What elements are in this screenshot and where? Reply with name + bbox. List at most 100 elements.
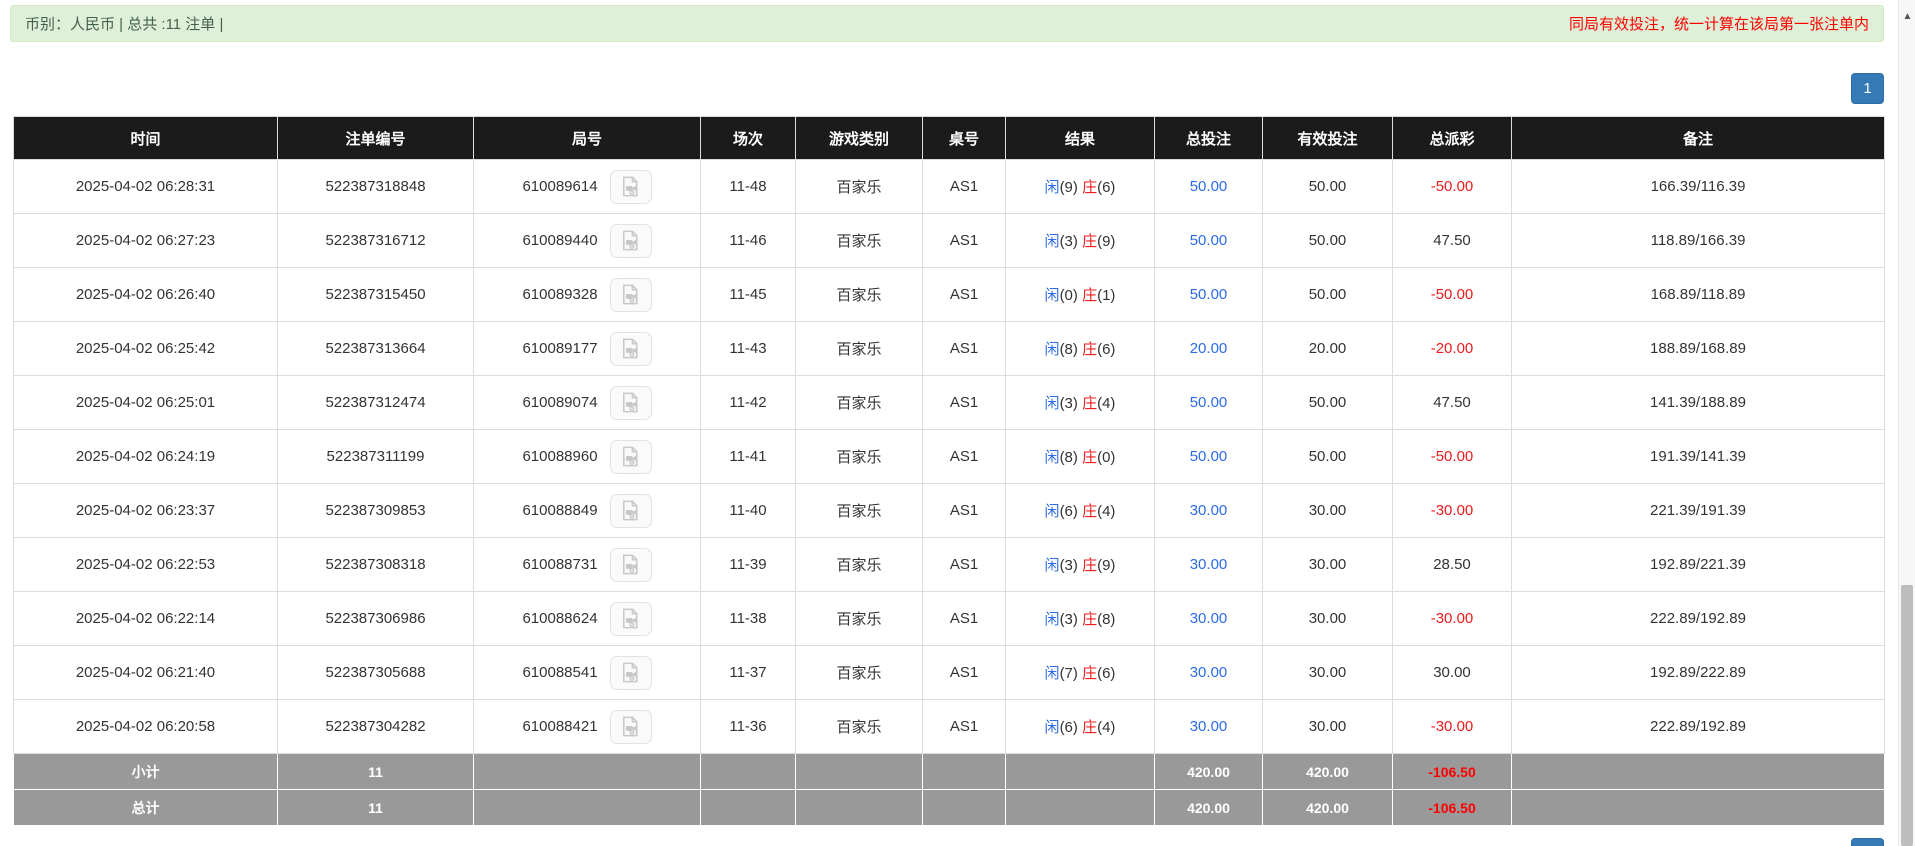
cell-valid-bet: 50.00: [1262, 213, 1393, 268]
header-cell-1: 注单编号: [277, 116, 474, 160]
scrollbar-thumb[interactable]: [1901, 585, 1913, 846]
video-replay-button[interactable]: [609, 493, 652, 528]
table-row: 2025-04-02 06:25:01 522387312474 610089074…: [13, 375, 1885, 430]
cell-valid-bet: 20.00: [1262, 321, 1393, 376]
table-row: 2025-04-02 06:25:42 522387313664 610089177…: [13, 321, 1885, 376]
cell-time: 2025-04-02 06:23:37: [13, 483, 278, 538]
cell-payout: -50.00: [1392, 159, 1512, 214]
cell-remark: 221.39/191.39: [1511, 483, 1885, 538]
result-banker-score: (6): [1097, 665, 1116, 682]
cell-remark: 118.89/166.39: [1511, 213, 1885, 268]
cell-total-bet[interactable]: 30.00: [1154, 699, 1263, 754]
cell-remark: 191.39/141.39: [1511, 429, 1885, 484]
cell-total-bet[interactable]: 30.00: [1154, 537, 1263, 592]
result-banker-label: 庄: [1082, 179, 1098, 196]
table-row: 2025-04-02 06:22:14 522387306986 610088624…: [13, 591, 1885, 646]
scroll-up-button[interactable]: ▲: [1899, 6, 1915, 28]
result-banker-label: 庄: [1082, 233, 1098, 250]
result-banker-label: 庄: [1082, 395, 1098, 412]
cell-total-bet[interactable]: 50.00: [1154, 213, 1263, 268]
summary-label: 总计: [13, 789, 278, 826]
cell-table-no: AS1: [922, 213, 1006, 268]
round-id-value: 610088421: [522, 718, 598, 735]
video-replay-button[interactable]: [609, 277, 652, 312]
cell-total-bet[interactable]: 50.00: [1154, 429, 1263, 484]
video-replay-icon: [623, 176, 638, 197]
round-id-value: 610088541: [522, 664, 598, 681]
summary-payout: -106.50: [1392, 789, 1512, 826]
video-replay-button[interactable]: [609, 223, 652, 258]
video-replay-button[interactable]: [609, 709, 652, 744]
header-cell-3: 场次: [700, 116, 796, 160]
cell-remark: 222.89/192.89: [1511, 699, 1885, 754]
cell-result: 闲(8) 庄(0): [1005, 429, 1155, 484]
result-banker-score: (6): [1097, 179, 1116, 196]
cell-total-bet[interactable]: 20.00: [1154, 321, 1263, 376]
video-replay-button[interactable]: [609, 439, 652, 474]
cell-payout: -30.00: [1392, 483, 1512, 538]
cell-total-bet[interactable]: 50.00: [1154, 267, 1263, 322]
cell-result: 闲(3) 庄(9): [1005, 537, 1155, 592]
cell-game-type: 百家乐: [795, 645, 923, 700]
cell-total-bet[interactable]: 50.00: [1154, 159, 1263, 214]
cell-remark: 166.39/116.39: [1511, 159, 1885, 214]
result-banker-score: (0): [1097, 449, 1116, 466]
video-replay-button[interactable]: [609, 385, 652, 420]
cell-bet-id: 522387304282: [277, 699, 474, 754]
video-replay-button[interactable]: [609, 169, 652, 204]
cell-remark: 141.39/188.89: [1511, 375, 1885, 430]
vertical-scrollbar[interactable]: ▲: [1898, 0, 1915, 846]
cell-remark: 188.89/168.89: [1511, 321, 1885, 376]
pagination-page-button-bottom[interactable]: 1: [1851, 838, 1884, 846]
round-id-value: 610088849: [522, 502, 598, 519]
table-body: 2025-04-02 06:28:31 522387318848 610089614…: [13, 159, 1885, 826]
cell-game-type: 百家乐: [795, 483, 923, 538]
video-replay-icon: [623, 500, 638, 521]
cell-table-no: AS1: [922, 537, 1006, 592]
pagination-page-button[interactable]: 1: [1851, 73, 1884, 104]
cell-result: 闲(0) 庄(1): [1005, 267, 1155, 322]
cell-valid-bet: 30.00: [1262, 699, 1393, 754]
cell-round-id: 610088541: [473, 645, 701, 700]
video-replay-icon: [623, 608, 638, 629]
video-replay-button[interactable]: [609, 655, 652, 690]
table-row: 2025-04-02 06:21:40 522387305688 610088541…: [13, 645, 1885, 700]
result-player-score: (6): [1059, 719, 1078, 736]
records-table-container: 时间 注单编号 局号 场次 游戏类别 桌号 结果 总投注 有效投注 总派彩 备注 2025-04-0…: [13, 116, 1885, 826]
cell-payout: 47.50: [1392, 213, 1512, 268]
video-replay-icon: [623, 716, 638, 737]
header-cell-8: 有效投注: [1262, 116, 1393, 160]
result-player-score: (6): [1059, 503, 1078, 520]
cell-total-bet[interactable]: 30.00: [1154, 591, 1263, 646]
cell-payout: -30.00: [1392, 591, 1512, 646]
result-banker-label: 庄: [1082, 665, 1098, 682]
cell-valid-bet: 30.00: [1262, 591, 1393, 646]
subtotal-row: 小计 11 420.00 420.00 -106.50: [13, 753, 1885, 790]
round-id-value: 610089328: [522, 286, 598, 303]
result-banker-score: (9): [1097, 233, 1116, 250]
table-row: 2025-04-02 06:26:40 522387315450 610089328…: [13, 267, 1885, 322]
cell-round-id: 610088849: [473, 483, 701, 538]
cell-bet-id: 522387312474: [277, 375, 474, 430]
cell-session: 11-36: [700, 699, 796, 754]
summary-valid-bet: 420.00: [1262, 753, 1393, 790]
cell-remark: 222.89/192.89: [1511, 591, 1885, 646]
cell-total-bet[interactable]: 50.00: [1154, 375, 1263, 430]
cell-total-bet[interactable]: 30.00: [1154, 645, 1263, 700]
header-cell-2: 局号: [473, 116, 701, 160]
cell-table-no: AS1: [922, 375, 1006, 430]
video-replay-icon: [623, 392, 638, 413]
video-replay-button[interactable]: [609, 547, 652, 582]
cell-total-bet[interactable]: 30.00: [1154, 483, 1263, 538]
video-replay-button[interactable]: [609, 331, 652, 366]
cell-bet-id: 522387316712: [277, 213, 474, 268]
summary-total-bet: 420.00: [1154, 753, 1263, 790]
cell-time: 2025-04-02 06:25:42: [13, 321, 278, 376]
cell-session: 11-45: [700, 267, 796, 322]
cell-time: 2025-04-02 06:22:53: [13, 537, 278, 592]
round-id-value: 610088624: [522, 610, 598, 627]
video-replay-button[interactable]: [609, 601, 652, 636]
result-player-label: 闲: [1044, 179, 1060, 196]
summary-valid-bet: 420.00: [1262, 789, 1393, 826]
cell-table-no: AS1: [922, 699, 1006, 754]
